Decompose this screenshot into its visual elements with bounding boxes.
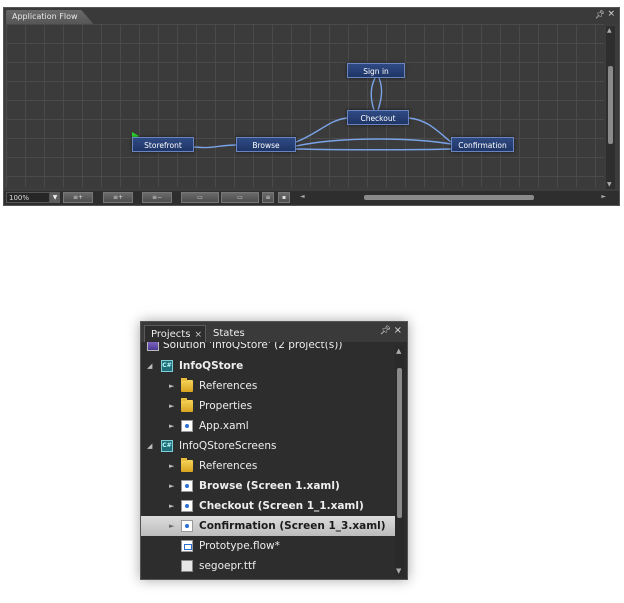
scroll-left-icon[interactable]: ◄ xyxy=(300,193,305,200)
tree-item-project[interactable]: ◢ C# InfoQStoreScreens xyxy=(141,436,397,456)
solution-icon xyxy=(147,342,159,351)
node-signin[interactable]: Sign in xyxy=(347,63,405,78)
tab-states-label: States xyxy=(213,328,245,339)
tree-item-file[interactable]: Prototype.flow* xyxy=(141,536,397,556)
layout-button[interactable]: ≡ xyxy=(262,192,274,203)
flow-canvas[interactable] xyxy=(6,24,604,187)
expand-arrow-icon[interactable]: ► xyxy=(169,476,174,496)
tree-item-label: App.xaml xyxy=(199,420,249,432)
collapse-arrow-icon[interactable]: ◢ xyxy=(147,436,152,456)
tab-states[interactable]: States xyxy=(207,325,255,342)
tree-item-label: segoepr.ttf xyxy=(199,560,256,572)
close-icon[interactable]: × xyxy=(607,9,615,19)
tree-item-label: Prototype.flow* xyxy=(199,540,280,552)
scroll-down-icon[interactable]: ▼ xyxy=(607,181,612,188)
hscroll-thumb[interactable] xyxy=(364,195,534,200)
tree-item-label: References xyxy=(199,380,258,392)
node-browse[interactable]: Browse xyxy=(236,137,296,152)
zoom-dropdown-icon[interactable]: ▼ xyxy=(50,192,60,203)
tree-item-file[interactable]: ► App.xaml xyxy=(141,416,397,436)
font-icon xyxy=(181,560,193,572)
flow-titlebar: Application Flow 📌︎ × xyxy=(4,8,619,24)
tree-item-file[interactable]: ► Browse (Screen 1.xaml) xyxy=(141,476,397,496)
tree-item-label: References xyxy=(199,460,258,472)
tree-item-folder[interactable]: ► References xyxy=(141,456,397,476)
pin-icon[interactable]: 📌︎ xyxy=(380,326,391,336)
tree-vertical-scrollbar[interactable]: ▲ ▼ xyxy=(395,346,404,576)
expand-arrow-icon[interactable]: ► xyxy=(169,456,174,476)
tab-projects[interactable]: Projects × xyxy=(144,325,206,342)
tree-item-label: Browse (Screen 1.xaml) xyxy=(199,480,340,492)
scroll-thumb[interactable] xyxy=(397,368,402,518)
xaml-icon xyxy=(181,500,193,512)
node-confirmation[interactable]: Confirmation xyxy=(451,137,514,152)
pin-icon[interactable]: 📌︎ xyxy=(595,10,605,19)
add-screen-button[interactable]: ≡+ xyxy=(63,192,93,203)
tab-projects-label: Projects xyxy=(151,329,191,340)
expand-arrow-icon[interactable]: ► xyxy=(169,376,174,396)
application-flow-tab[interactable]: Application Flow xyxy=(6,10,94,24)
fit-view-button[interactable]: ▭ xyxy=(221,192,259,203)
expand-arrow-icon[interactable]: ► xyxy=(169,396,174,416)
folder-icon xyxy=(181,378,193,392)
component-screen-button[interactable]: ▭ xyxy=(181,192,219,203)
tree-item-label: InfoQStore xyxy=(179,360,244,372)
flow-vertical-scrollbar[interactable]: ▲ ▼ xyxy=(606,26,615,189)
tree-item-project[interactable]: ◢ C# InfoQStore xyxy=(141,356,397,376)
scroll-up-icon[interactable]: ▲ xyxy=(396,347,401,355)
scroll-right-icon[interactable]: ► xyxy=(601,193,606,200)
tree-item-folder[interactable]: ► References xyxy=(141,376,397,396)
remove-screen-button[interactable]: ≡− xyxy=(142,192,172,203)
application-flow-panel: Application Flow 📌︎ × Storefront Browse … xyxy=(3,7,620,206)
tree-item-label: Properties xyxy=(199,400,253,412)
tree-item-label: Solution 'InfoQStore' (2 project(s)) xyxy=(163,342,343,351)
folder-icon xyxy=(181,398,193,412)
tree-item-solution[interactable]: Solution 'InfoQStore' (2 project(s)) xyxy=(141,342,397,355)
add-connected-screen-button[interactable]: ≡+ xyxy=(103,192,133,203)
tree-item-label: InfoQStoreScreens xyxy=(179,440,277,452)
project-icon: C# xyxy=(161,360,173,372)
xaml-icon xyxy=(181,480,193,492)
expand-arrow-icon[interactable]: ► xyxy=(169,416,174,436)
tree-item-file-selected[interactable]: ► Confirmation (Screen 1_3.xaml) xyxy=(141,516,397,536)
collapse-arrow-icon[interactable]: ◢ xyxy=(147,356,152,376)
xaml-icon xyxy=(181,420,193,432)
node-storefront[interactable]: Storefront xyxy=(132,137,194,152)
flow-horizontal-scrollbar[interactable]: ◄ ► xyxy=(300,193,606,203)
scroll-up-icon[interactable]: ▲ xyxy=(607,27,612,34)
close-tab-icon[interactable]: × xyxy=(194,330,202,340)
node-checkout[interactable]: Checkout xyxy=(347,110,409,125)
xaml-icon xyxy=(181,520,193,532)
expand-arrow-icon[interactable]: ► xyxy=(169,496,174,516)
flow-toolbar: 100% ▼ ≡+ ≡+ ≡− ▭ ▭ ≡ ▪ ◄ ► xyxy=(4,191,619,205)
expand-arrow-icon[interactable]: ► xyxy=(169,516,174,536)
tree-item-file[interactable]: ► Checkout (Screen 1_1.xaml) xyxy=(141,496,397,516)
options-button[interactable]: ▪ xyxy=(278,192,290,203)
zoom-input[interactable]: 100% xyxy=(6,192,50,203)
solution-tree: Solution 'InfoQStore' (2 project(s)) ◢ C… xyxy=(141,342,397,581)
tree-item-file[interactable]: segoepr.ttf xyxy=(141,556,397,576)
projects-panel: Projects × States 📌︎ × Solution 'InfoQSto… xyxy=(140,321,408,580)
project-icon: C# xyxy=(161,440,173,452)
flow-icon xyxy=(181,540,193,552)
scroll-thumb[interactable] xyxy=(608,66,613,144)
folder-icon xyxy=(181,458,193,472)
close-icon[interactable]: × xyxy=(394,325,402,336)
projects-tabbar: Projects × States 📌︎ × xyxy=(141,322,407,342)
tree-item-label: Confirmation (Screen 1_3.xaml) xyxy=(199,520,386,532)
tree-item-folder[interactable]: ► Properties xyxy=(141,396,397,416)
tree-item-label: Checkout (Screen 1_1.xaml) xyxy=(199,500,364,512)
scroll-down-icon[interactable]: ▼ xyxy=(396,567,401,575)
